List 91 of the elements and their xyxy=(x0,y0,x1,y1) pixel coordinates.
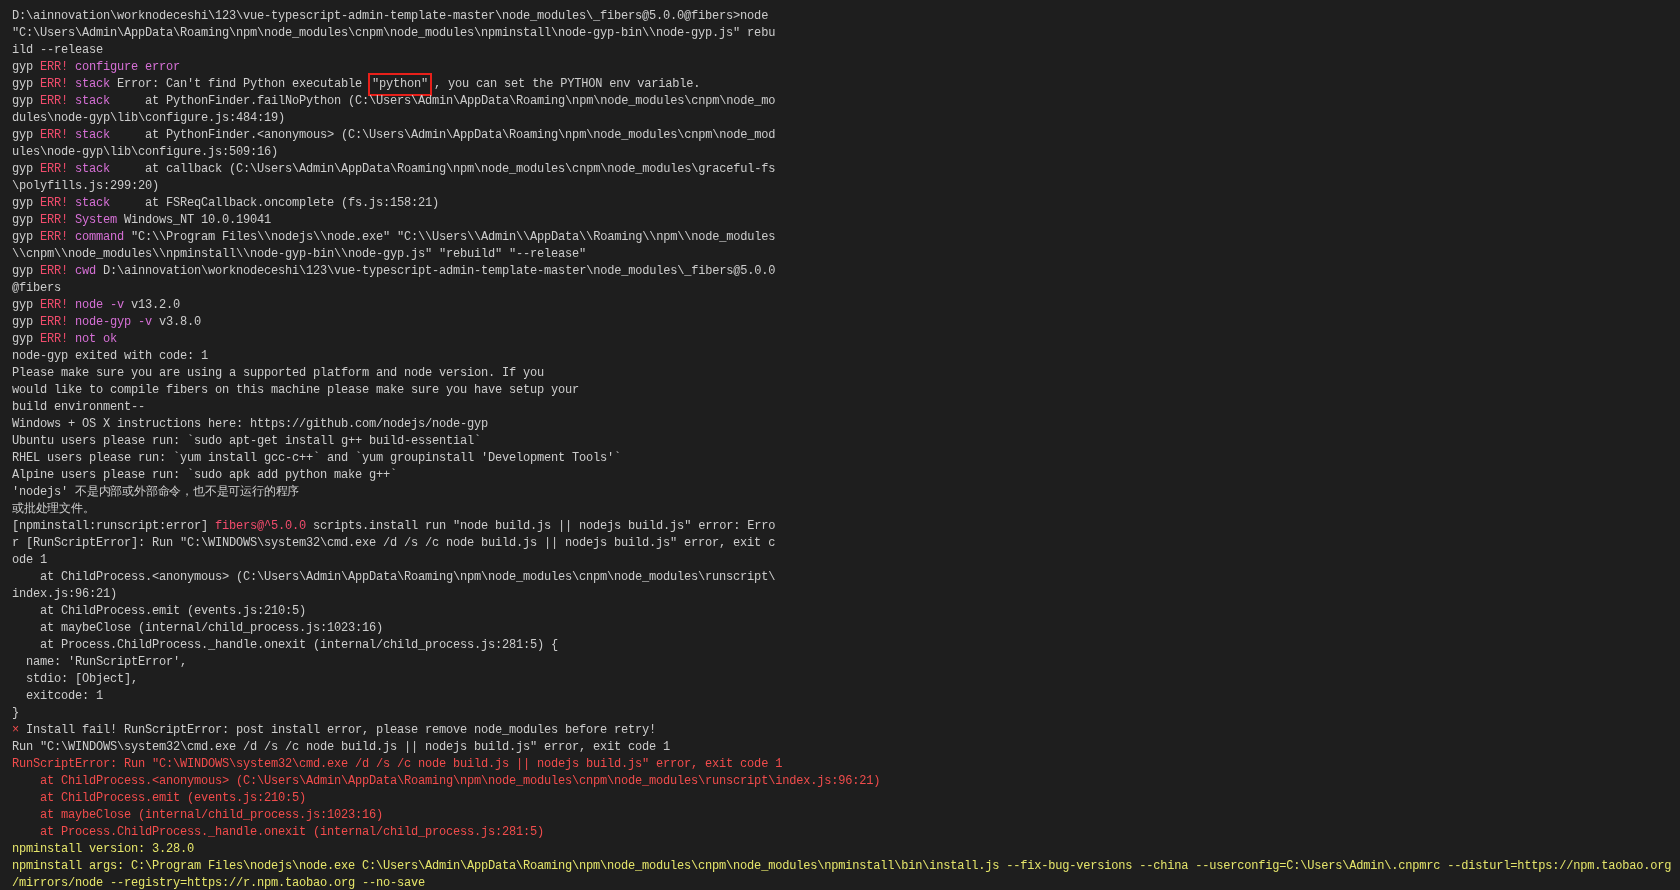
terminal-text: fibers@^5.0.0 xyxy=(215,519,307,533)
terminal-text: exitcode: 1 xyxy=(25,689,103,703)
terminal-text: gyp xyxy=(12,264,34,278)
terminal-text: at PythonFinder.<anonymous> (C:\Users\Admin\AppData\Roaming\npm\node_modules\cnpm\node_mod xyxy=(144,128,776,142)
terminal-text: Error: Can't find Python executable xyxy=(116,77,364,91)
terminal-text: ERR! xyxy=(40,315,70,329)
terminal-text: ERR! xyxy=(40,213,70,227)
terminal-text: Windows + OS X instructions here: https://github.com/nodejs/node-gyp xyxy=(12,417,489,431)
terminal-text: node -v xyxy=(75,298,125,312)
terminal-text: gyp xyxy=(12,128,34,142)
terminal-text: v3.8.0 xyxy=(158,315,202,329)
terminal-text: ERR! xyxy=(40,128,70,142)
terminal-text: at ChildProcess.<anonymous> (C:\Users\Admin\AppData\Roaming\npm\node_modules\cnpm\node_modules\runscript\index.js:96:21) xyxy=(39,774,881,788)
terminal-text: at callback (C:\Users\Admin\AppData\Roaming\npm\node_modules\cnpm\node_modules\graceful-fs xyxy=(144,162,776,176)
terminal-text: at ChildProcess.emit (events.js:210:5) xyxy=(39,791,307,805)
terminal-text: cwd xyxy=(75,264,97,278)
terminal-text: configure error xyxy=(75,60,181,74)
terminal-text: gyp xyxy=(12,162,34,176)
terminal-text: stack xyxy=(75,128,111,142)
terminal-text: ERR! xyxy=(40,77,70,91)
terminal-text: stack xyxy=(75,94,111,108)
terminal-text: npminstall version: 3.28.0 xyxy=(12,842,195,856)
terminal-text: ERR! xyxy=(40,332,70,346)
terminal-text: @fibers xyxy=(12,281,61,295)
terminal-text: ERR! xyxy=(40,60,70,74)
terminal-text: stack xyxy=(75,77,111,91)
terminal-text: ERR! xyxy=(40,298,70,312)
terminal-text: gyp xyxy=(12,298,34,312)
terminal-text: would like to compile fibers on this machine please make sure you have setup your xyxy=(12,383,580,397)
terminal-text: dules\node-gyp\lib\configure.js:484:19) xyxy=(12,111,286,125)
terminal-text: scripts.install run "node build.js || nodejs build.js" error: Erro xyxy=(312,519,776,533)
terminal-text: build environment-- xyxy=(12,400,146,414)
terminal-text: Run "C:\WINDOWS\system32\cmd.exe /d /s /c node build.js || nodejs build.js" error, exit code 1 xyxy=(12,740,671,754)
terminal-text: node-gyp -v xyxy=(75,315,153,329)
terminal-text: \polyfills.js:299:20) xyxy=(12,179,160,193)
terminal-text: at maybeClose (internal/child_process.js:1023:16) xyxy=(39,621,384,635)
terminal-text: Windows_NT 10.0.19041 xyxy=(123,213,272,227)
terminal-text: 'nodejs' 不是内部或外部命令，也不是可运行的程序 xyxy=(12,485,300,499)
terminal-text: v13.2.0 xyxy=(130,298,181,312)
terminal-text: gyp xyxy=(12,77,34,91)
terminal-text: gyp xyxy=(12,315,34,329)
terminal-text: D:\ainnovation\worknodeceshi\123\vue-typescript-admin-template-master\node_modules\_fibers@5.0.0@fibers>node xyxy=(12,9,769,23)
terminal-text: "C:\Users\Admin\AppData\Roaming\npm\node_modules\cnpm\node_modules\npminstall\node-gyp-bin\\node-gyp.js" rebu xyxy=(12,26,776,40)
terminal-text: gyp xyxy=(12,230,34,244)
terminal-text: gyp xyxy=(12,94,34,108)
terminal-text: command xyxy=(75,230,125,244)
terminal-text: 或批处理文件。 xyxy=(12,502,95,516)
terminal-text: ERR! xyxy=(40,264,70,278)
terminal-text: Alpine users please run: `sudo apk add python make g++` xyxy=(12,468,398,482)
terminal-text: RunScriptError: Run "C:\WINDOWS\system32\cmd.exe /d /s /c node build.js || nodejs build.js" error, exit code 1 xyxy=(12,757,783,771)
terminal-text: System xyxy=(75,213,118,227)
terminal-text: gyp xyxy=(12,213,34,227)
terminal-text: not ok xyxy=(75,332,118,346)
terminal-text: ild --release xyxy=(12,43,103,57)
terminal-text: Please make sure you are using a supported platform and node version. If you xyxy=(12,366,545,380)
terminal-text: index.js:96:21) xyxy=(12,587,118,601)
terminal-text: Install fail! RunScriptError: post install error, please remove node_modules before retry! xyxy=(25,723,657,737)
terminal-text: RHEL users please run: `yum install gcc-c++` and `yum groupinstall 'Development Tools'` xyxy=(12,451,622,465)
terminal-text: r [RunScriptError]: Run "C:\WINDOWS\system32\cmd.exe /d /s /c node build.js || nodejs build.js" error, exit c xyxy=(12,536,776,550)
terminal-text: at Process.ChildProcess._handle.onexit (internal/child_process.js:281:5) xyxy=(39,825,545,839)
terminal-text: ERR! xyxy=(40,196,70,210)
terminal-text: at PythonFinder.failNoPython (C:\Users\Admin\AppData\Roaming\npm\node_modules\cnpm\node_mo xyxy=(144,94,776,108)
terminal-text: , you can set the PYTHON env variable. xyxy=(434,77,701,91)
terminal-text: gyp xyxy=(12,196,34,210)
terminal-text: at ChildProcess.<anonymous> (C:\Users\Admin\AppData\Roaming\npm\node_modules\cnpm\node_modules\runscript\ xyxy=(39,570,776,584)
terminal-text: stack xyxy=(75,196,111,210)
terminal-text: ules\node-gyp\lib\configure.js:509:16) xyxy=(12,145,279,159)
terminal-text: stack xyxy=(75,162,111,176)
terminal-text: [npminstall:runscript:error] xyxy=(12,519,210,533)
terminal-text: × xyxy=(12,723,19,737)
terminal-text: gyp xyxy=(12,332,34,346)
terminal-text: stdio: [Object], xyxy=(25,672,139,686)
terminal-text: gyp xyxy=(12,60,34,74)
terminal-text: ERR! xyxy=(40,230,70,244)
terminal-text: \\cnpm\\node_modules\\npminstall\\node-gyp-bin\\node-gyp.js" "rebuild" "--release" xyxy=(12,247,587,261)
terminal-text: node-gyp exited with code: 1 xyxy=(12,349,209,363)
terminal-text: at ChildProcess.emit (events.js:210:5) xyxy=(39,604,307,618)
terminal-text: npminstall args: C:\Program Files\nodejs\node.exe C:\Users\Admin\AppData\Roaming\npm\node_modules\cnpm\node_modules\npminstall\bin\install.js --fix-bug-versions --china --userconfig=C:\Users\Admin\.cnpmrc --disturl=https://npm.taobao.org xyxy=(12,859,1672,873)
terminal-text: at FSReqCallback.oncomplete (fs.js:158:21) xyxy=(144,196,440,210)
terminal-text: Ubuntu users please run: `sudo apt-get install g++ build-essential` xyxy=(12,434,482,448)
terminal-text: "C:\\Program Files\\nodejs\\node.exe" "C:\\Users\\Admin\\AppData\\Roaming\\npm\\node_modules xyxy=(130,230,776,244)
terminal-text: at maybeClose (internal/child_process.js:1023:16) xyxy=(39,808,384,822)
terminal-text: } xyxy=(12,706,19,720)
terminal-text: name: 'RunScriptError', xyxy=(25,655,188,669)
terminal-text: at Process.ChildProcess._handle.onexit (internal/child_process.js:281:5) { xyxy=(39,638,559,652)
terminal-text: ERR! xyxy=(40,162,70,176)
terminal-text: /mirrors/node --registry=https://r.npm.taobao.org --no-save xyxy=(12,876,426,890)
terminal-text: ERR! xyxy=(40,94,70,108)
terminal-text: D:\ainnovation\worknodeceshi\123\vue-typescript-admin-template-master\node_modules\_fibers@5.0.0 xyxy=(102,264,776,278)
terminal-text: ode 1 xyxy=(12,553,47,567)
highlighted-text: "python" xyxy=(371,76,430,93)
